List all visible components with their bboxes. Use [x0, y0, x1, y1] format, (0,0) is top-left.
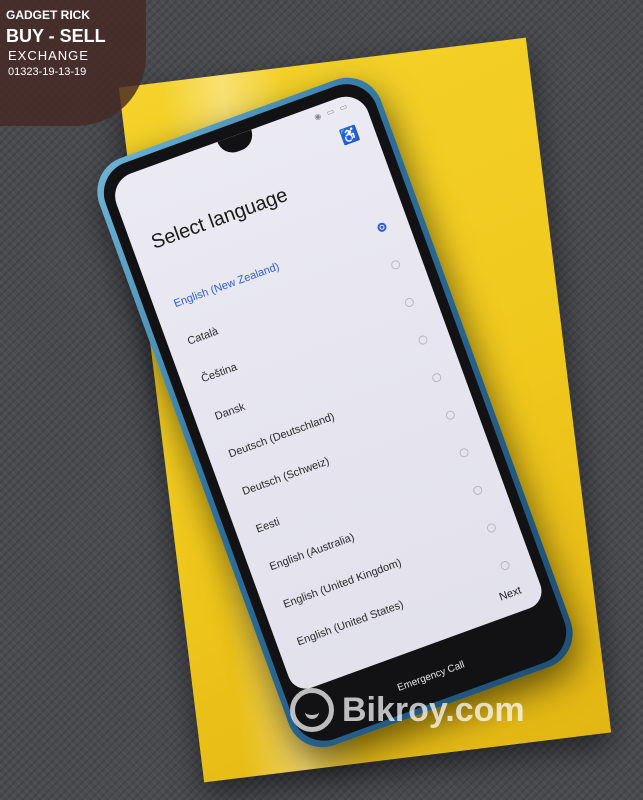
- language-label: Dansk: [213, 400, 247, 423]
- photo-scene: ◉ ▭ ▭ ♿ Select language English (New Zea…: [0, 0, 643, 800]
- bikroy-logo-icon: [290, 688, 334, 732]
- seller-phone: 01323-19-13-19: [8, 66, 87, 78]
- radio-unselected-icon[interactable]: [458, 447, 470, 459]
- seller-name: GADGET RICK: [6, 8, 90, 22]
- accessibility-icon[interactable]: ♿: [338, 124, 361, 147]
- language-label: Čeština: [199, 361, 239, 386]
- language-label: Eesti: [254, 515, 282, 536]
- screen-title: Select language: [148, 183, 291, 254]
- radio-unselected-icon[interactable]: [499, 559, 511, 572]
- radio-selected-icon[interactable]: [376, 221, 388, 234]
- radio-unselected-icon[interactable]: [430, 371, 443, 384]
- language-label: Català: [185, 325, 220, 348]
- radio-unselected-icon[interactable]: [417, 334, 429, 346]
- radio-unselected-icon[interactable]: [485, 522, 498, 534]
- seller-exchange: EXCHANGE: [8, 48, 89, 63]
- radio-unselected-icon[interactable]: [389, 259, 402, 271]
- camera-notch: [217, 129, 257, 157]
- radio-unselected-icon[interactable]: [471, 484, 484, 497]
- radio-unselected-icon[interactable]: [403, 296, 416, 309]
- bikroy-watermark: Bikroy.com: [290, 688, 525, 732]
- radio-unselected-icon[interactable]: [444, 409, 457, 421]
- seller-tagline: BUY - SELL: [6, 26, 106, 46]
- status-bar-icons: ◉ ▭ ▭: [312, 101, 351, 122]
- bikroy-site-name: Bikroy.com: [342, 690, 525, 729]
